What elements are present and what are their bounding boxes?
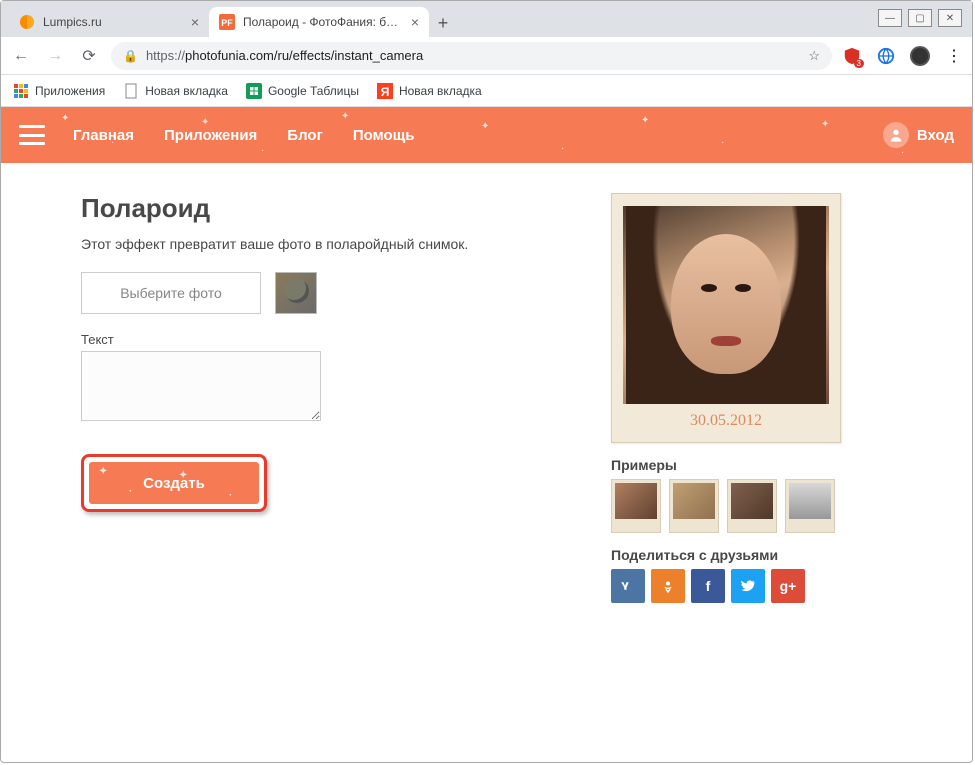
share-heading: Поделиться с друзьями (611, 547, 871, 563)
address-bar: ← → ⟳ 🔒 https://photofunia.com/ru/effect… (1, 37, 972, 75)
go-button[interactable]: ✦· ✦· Создать (89, 462, 259, 504)
extension-icon[interactable] (876, 46, 896, 66)
back-button[interactable]: ← (9, 44, 33, 68)
bookmark-label: Google Таблицы (268, 84, 359, 98)
share-ok-button[interactable] (651, 569, 685, 603)
reload-button[interactable]: ⟳ (77, 44, 101, 68)
maximize-button[interactable]: ▢ (908, 9, 932, 27)
url-protocol: https:// (146, 48, 185, 63)
text-field-label: Текст (81, 332, 561, 347)
photo-thumbnail[interactable] (275, 272, 317, 314)
user-icon (883, 122, 909, 148)
lock-icon: 🔒 (123, 49, 138, 63)
tab-title: Lumpics.ru (43, 15, 183, 29)
site-header: ✦· ✦· ✦· ✦· ✦· ✦· Главная Приложения Бло… (1, 107, 972, 163)
social-buttons: f g+ (611, 569, 871, 603)
page-icon (123, 83, 139, 99)
login-link[interactable]: Вход (883, 122, 954, 148)
caption-input[interactable] (81, 351, 321, 421)
nav-blog[interactable]: Блог (287, 127, 323, 144)
nav-home[interactable]: Главная (73, 127, 134, 144)
sidebar-column: 30.05.2012 Примеры Поделиться с друзьями… (611, 193, 871, 603)
yandex-icon: Я (377, 83, 393, 99)
bookmarks-bar: Приложения Новая вкладка Google Таблицы … (1, 75, 972, 107)
login-label: Вход (917, 127, 954, 144)
browser-window: — ▢ ✕ Lumpics.ru × PF Полароид - ФотоФан… (0, 0, 973, 763)
page-title: Полароид (81, 193, 561, 224)
svg-text:Я: Я (381, 85, 390, 99)
go-button-label: Создать (143, 475, 205, 492)
example-thumb[interactable] (669, 479, 719, 533)
effect-description: Этот эффект превратит ваше фото в поларо… (81, 236, 561, 252)
nav-help[interactable]: Помощь (353, 127, 415, 144)
ublock-icon[interactable]: 3 (842, 46, 862, 66)
star-icon[interactable]: ☆ (808, 48, 820, 64)
tab-photofunia[interactable]: PF Полароид - ФотоФания: беспла × (209, 7, 429, 37)
window-controls: — ▢ ✕ (878, 9, 962, 27)
share-vk-button[interactable] (611, 569, 645, 603)
hamburger-menu[interactable] (19, 125, 45, 145)
photo-picker-row: Выберите фото (81, 272, 561, 314)
effect-preview[interactable]: 30.05.2012 (611, 193, 841, 443)
tab-close-icon[interactable]: × (191, 14, 199, 30)
menu-icon[interactable]: ⋮ (944, 46, 964, 66)
share-tw-button[interactable] (731, 569, 765, 603)
sheets-icon (246, 83, 262, 99)
tab-title: Полароид - ФотоФания: беспла (243, 15, 403, 29)
preview-date: 30.05.2012 (690, 412, 762, 430)
profile-avatar[interactable] (910, 46, 930, 66)
go-button-highlight: ✦· ✦· Создать (81, 454, 267, 512)
example-thumb[interactable] (611, 479, 661, 533)
bookmark-item[interactable]: Google Таблицы (246, 83, 359, 99)
svg-text:PF: PF (221, 18, 233, 28)
toolbar-icons: 3 ⋮ (842, 46, 964, 66)
share-fb-button[interactable]: f (691, 569, 725, 603)
main-column: Полароид Этот эффект превратит ваше фото… (81, 193, 561, 603)
page-content: Полароид Этот эффект превратит ваше фото… (1, 163, 972, 603)
examples-row (611, 479, 871, 533)
choose-photo-button[interactable]: Выберите фото (81, 272, 261, 314)
bookmark-label: Приложения (35, 84, 105, 98)
close-window-button[interactable]: ✕ (938, 9, 962, 27)
bookmark-item[interactable]: Новая вкладка (123, 83, 228, 99)
apps-shortcut[interactable]: Приложения (13, 83, 105, 99)
preview-photo (623, 206, 829, 404)
bookmark-label: Новая вкладка (145, 84, 228, 98)
examples-heading: Примеры (611, 457, 871, 473)
tab-close-icon[interactable]: × (411, 14, 419, 30)
nav-links: Главная Приложения Блог Помощь (73, 127, 415, 144)
photofunia-favicon-icon: PF (219, 14, 235, 30)
new-tab-button[interactable]: + (429, 9, 457, 37)
apps-grid-icon (13, 83, 29, 99)
minimize-button[interactable]: — (878, 9, 902, 27)
lumpics-favicon-icon (19, 14, 35, 30)
forward-button[interactable]: → (43, 44, 67, 68)
tab-bar: Lumpics.ru × PF Полароид - ФотоФания: бе… (1, 1, 972, 37)
url-input[interactable]: 🔒 https://photofunia.com/ru/effects/inst… (111, 42, 832, 70)
share-gplus-button[interactable]: g+ (771, 569, 805, 603)
tab-lumpics[interactable]: Lumpics.ru × (9, 7, 209, 37)
example-thumb[interactable] (785, 479, 835, 533)
bookmark-label: Новая вкладка (399, 84, 482, 98)
ublock-badge: 3 (854, 59, 864, 68)
bookmark-item[interactable]: Я Новая вкладка (377, 83, 482, 99)
example-thumb[interactable] (727, 479, 777, 533)
nav-apps[interactable]: Приложения (164, 127, 257, 144)
url-text: photofunia.com/ru/effects/instant_camera (185, 48, 423, 63)
